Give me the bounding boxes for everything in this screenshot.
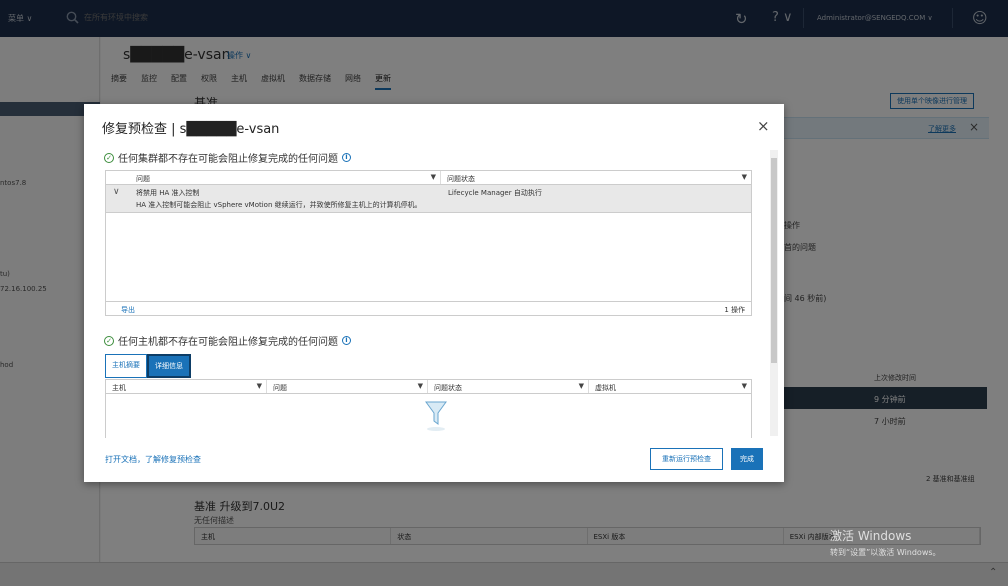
check-circle-icon: ✓ [104, 152, 114, 163]
rerun-precheck-button[interactable]: 重新运行预检查 [650, 448, 723, 470]
info-icon[interactable]: i [342, 336, 351, 345]
scrollbar-thumb[interactable] [771, 158, 777, 363]
filter-icon[interactable]: ▼ [579, 382, 584, 390]
column-label: 问题状态 [434, 384, 462, 392]
cluster-issues-grid: 问题 ▼ 问题状态 ▼ ∨ 将禁用 HA 准入控制 HA 准入控制可能会阻止 v… [105, 170, 752, 316]
column-label: 虚拟机 [595, 384, 616, 392]
filter-icon[interactable]: ▼ [431, 173, 436, 181]
info-icon[interactable]: i [342, 153, 351, 162]
column-label: 问题状态 [447, 175, 475, 183]
item-count: 1 操作 [724, 306, 745, 314]
column-label: 问题 [273, 384, 287, 392]
issue-detail: HA 准入控制可能会阻止 vSphere vMotion 继续运行，并致使所修复… [136, 201, 422, 209]
column-header-vm[interactable]: 虚拟机 ▼ [589, 380, 751, 393]
filter-icon[interactable]: ▼ [742, 173, 747, 181]
dialog-scroll-area: ✓ 任何集群都不存在可能会阻止修复完成的任何问题 i 问题 ▼ 问题状态 ▼ ∨… [102, 148, 770, 438]
details-toggle[interactable]: 详细信息 [147, 354, 191, 378]
host-summary-toggle[interactable]: 主机摘要 [105, 354, 147, 378]
host-issues-heading: ✓ 任何主机都不存在可能会阻止修复完成的任何问题 i [104, 333, 351, 348]
column-header-host[interactable]: 主机 ▼ [106, 380, 267, 393]
column-header-issue[interactable]: 问题 ▼ [106, 171, 441, 184]
filter-icon[interactable]: ▼ [257, 382, 262, 390]
close-icon[interactable]: × [757, 117, 770, 135]
grid-header: 主机 ▼ 问题 ▼ 问题状态 ▼ 虚拟机 ▼ [106, 380, 751, 394]
section-title: 任何集群都不存在可能会阻止修复完成的任何问题 [118, 154, 338, 165]
chevron-down-icon[interactable]: ∨ [113, 187, 120, 197]
check-circle-icon: ✓ [104, 335, 114, 346]
column-label: 主机 [112, 384, 126, 392]
column-header-issue[interactable]: 问题 ▼ [267, 380, 428, 393]
remediation-precheck-dialog: 修复预检查 | s█████e-vsan × ✓ 任何集群都不存在可能会阻止修复… [84, 104, 784, 482]
issue-title: 将禁用 HA 准入控制 [136, 189, 200, 197]
filter-icon[interactable]: ▼ [418, 382, 423, 390]
dialog-title: 修复预检查 | s█████e-vsan [102, 122, 280, 137]
grid-footer: 导出 1 操作 [106, 301, 751, 315]
done-button[interactable]: 完成 [731, 448, 763, 470]
filter-icon[interactable]: ▼ [742, 382, 747, 390]
table-row[interactable]: ∨ 将禁用 HA 准入控制 HA 准入控制可能会阻止 vSphere vMoti… [106, 185, 751, 213]
dialog-scrollbar[interactable] [770, 150, 778, 436]
grid-header: 问题 ▼ 问题状态 ▼ [106, 171, 751, 185]
issue-status: Lifecycle Manager 自动执行 [448, 189, 542, 197]
column-label: 问题 [136, 175, 150, 183]
windows-activation-watermark: 激活 Windows 转到“设置”以激活 Windows。 [830, 527, 941, 558]
view-toggle: 主机摘要 详细信息 [105, 354, 191, 378]
column-header-issue-status[interactable]: 问题状态 ▼ [441, 171, 751, 184]
cluster-issues-heading: ✓ 任何集群都不存在可能会阻止修复完成的任何问题 i [104, 150, 351, 165]
section-title: 任何主机都不存在可能会阻止修复完成的任何问题 [118, 337, 338, 348]
empty-funnel-icon [425, 401, 447, 431]
open-docs-link[interactable]: 打开文档，了解修复预检查 [105, 454, 201, 465]
column-header-issue-status[interactable]: 问题状态 ▼ [428, 380, 589, 393]
export-link[interactable]: 导出 [121, 305, 135, 315]
watermark-title: 激活 Windows [830, 529, 912, 543]
watermark-subtitle: 转到“设置”以激活 Windows。 [830, 548, 941, 557]
